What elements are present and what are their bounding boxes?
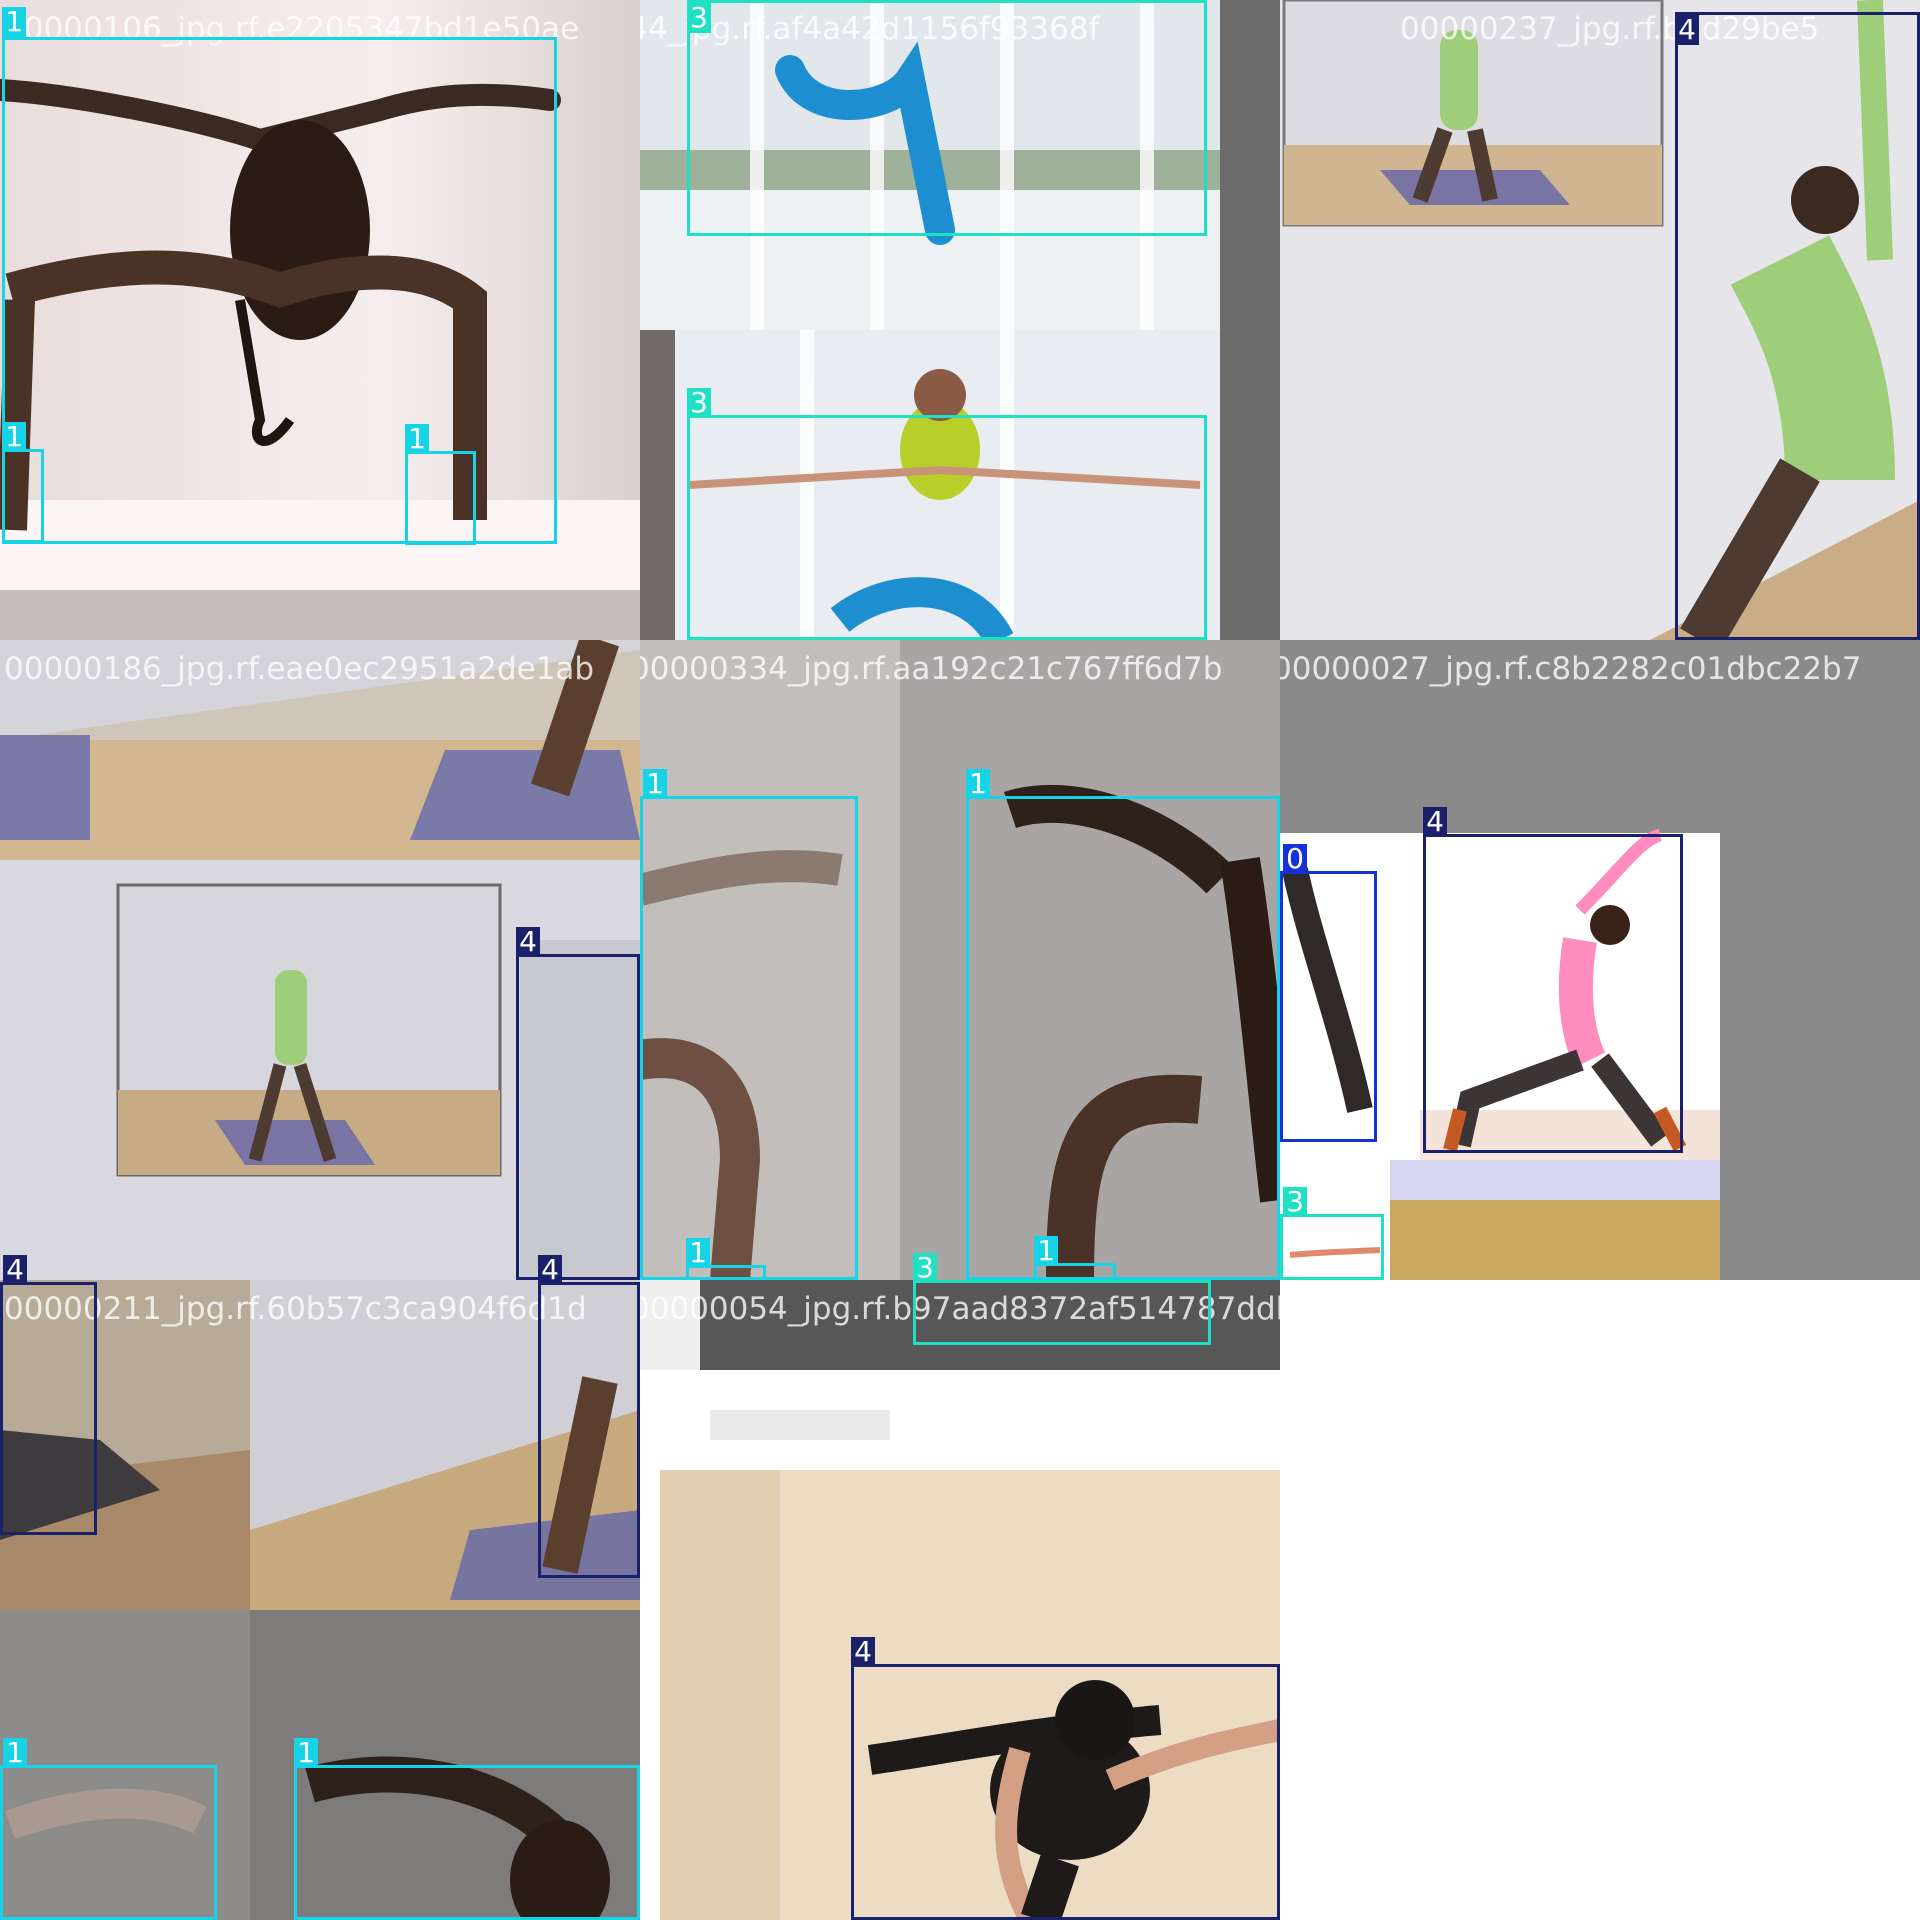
- bbox-label: 4: [851, 1637, 875, 1667]
- bbox-label: 1: [686, 1238, 710, 1268]
- bbox-class-4[interactable]: 4: [0, 1255, 97, 1535]
- bbox-label: 1: [405, 424, 429, 454]
- bbox-label: 3: [1283, 1187, 1307, 1217]
- bbox-label: 0: [1283, 844, 1307, 874]
- annotation-mosaic: 00000106_jpg.rf.e2205347bd1e50ae 0000014…: [0, 0, 1920, 1920]
- bbox-label: 3: [913, 1253, 937, 1283]
- bbox-class-3[interactable]: 3: [1280, 1187, 1384, 1280]
- bbox-class-0[interactable]: 0: [1280, 844, 1377, 1142]
- bbox-label: 1: [643, 769, 667, 799]
- bbox-label: 1: [3, 1738, 27, 1768]
- bbox-class-3[interactable]: 3: [687, 0, 1207, 236]
- bbox-class-4[interactable]: 4: [516, 927, 640, 1280]
- bbox-class-1[interactable]: 1: [294, 1738, 640, 1920]
- bbox-label: 3: [687, 3, 711, 33]
- bbox-class-3[interactable]: 3: [687, 388, 1207, 640]
- bbox-label: 1: [1034, 1236, 1058, 1266]
- bbox-class-1[interactable]: 1: [0, 1738, 217, 1920]
- bbox-class-1[interactable]: 1: [405, 424, 476, 545]
- bbox-class-1[interactable]: 1: [686, 1238, 766, 1280]
- bbox-class-1[interactable]: 1: [966, 769, 1280, 1280]
- bbox-label: 4: [1423, 807, 1447, 837]
- bbox-class-4[interactable]: 4: [1675, 12, 1920, 640]
- bbox-class-1[interactable]: 1: [640, 769, 858, 1280]
- bbox-label: 1: [294, 1738, 318, 1768]
- bbox-class-1[interactable]: 1: [2, 422, 44, 543]
- bbox-class-1[interactable]: 1: [1034, 1236, 1116, 1280]
- bbox-label: 4: [3, 1255, 27, 1285]
- bbox-label: 4: [516, 927, 540, 957]
- bbox-class-3[interactable]: 3: [913, 1253, 1211, 1345]
- bbox-class-4[interactable]: 4: [538, 1255, 640, 1578]
- bbox-label: 1: [966, 769, 990, 799]
- bbox-class-4[interactable]: 4: [851, 1637, 1280, 1920]
- bbox-label: 4: [1675, 15, 1699, 45]
- bbox-label: 1: [2, 7, 26, 37]
- bbox-label: 1: [2, 422, 26, 452]
- bbox-label: 4: [538, 1255, 562, 1285]
- bbox-label: 3: [687, 388, 711, 418]
- bbox-class-4[interactable]: 4: [1423, 807, 1683, 1153]
